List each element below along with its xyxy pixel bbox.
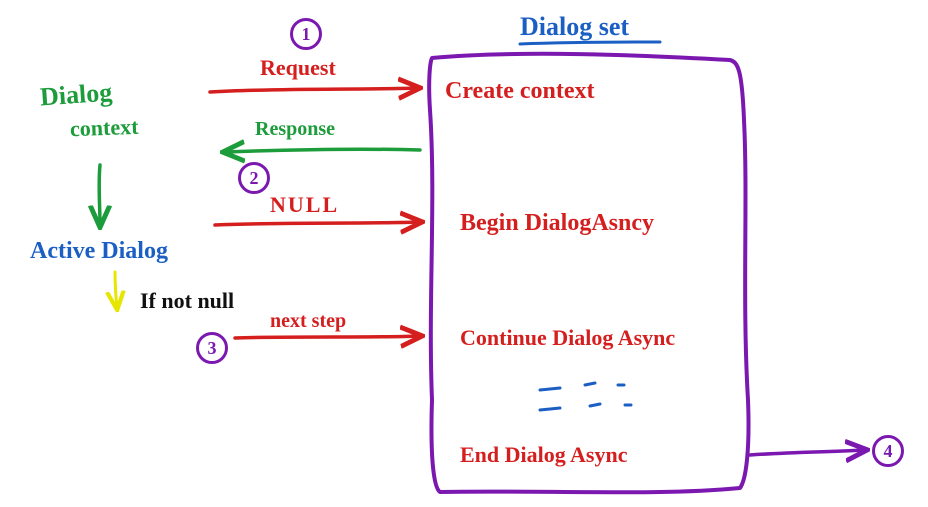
active-dialog-label: Active Dialog (30, 238, 168, 265)
if-not-null-label: If not null (140, 288, 234, 314)
dialog-set-title: Dialog set (520, 12, 629, 42)
context-to-active-arrow (99, 165, 100, 225)
dialog-context-label-line1: Dialog (39, 78, 113, 113)
ellipsis-dashes (540, 383, 631, 410)
response-arrow (225, 149, 420, 152)
continue-dialog-label: Continue Dialog Async (460, 325, 675, 351)
marker-3-circle: 3 (196, 332, 228, 364)
marker-1-circle: 1 (290, 18, 322, 50)
request-arrow (210, 88, 418, 92)
dialog-context-label-line2: context (70, 114, 139, 142)
end-dialog-label: End Dialog Async (460, 442, 628, 468)
response-label: Response (255, 118, 335, 141)
active-to-ifnotnull-arrow (115, 272, 117, 308)
null-label: NULL (270, 192, 339, 218)
null-arrow (215, 222, 420, 225)
marker-4: 4 (872, 435, 904, 467)
request-label: Request (260, 55, 336, 81)
create-context-label: Create context (445, 78, 594, 105)
begin-dialog-label: Begin DialogAsncy (460, 210, 654, 237)
marker-2-circle: 2 (238, 162, 270, 194)
end-to-4-arrow (750, 450, 865, 455)
title-underline (520, 42, 660, 44)
marker-3: 3 (196, 332, 228, 364)
marker-1: 1 (290, 18, 322, 50)
next-step-arrow (235, 336, 420, 338)
marker-4-circle: 4 (872, 435, 904, 467)
next-step-label: next step (270, 310, 346, 333)
dialog-set-box (429, 54, 748, 493)
marker-2: 2 (238, 162, 270, 194)
